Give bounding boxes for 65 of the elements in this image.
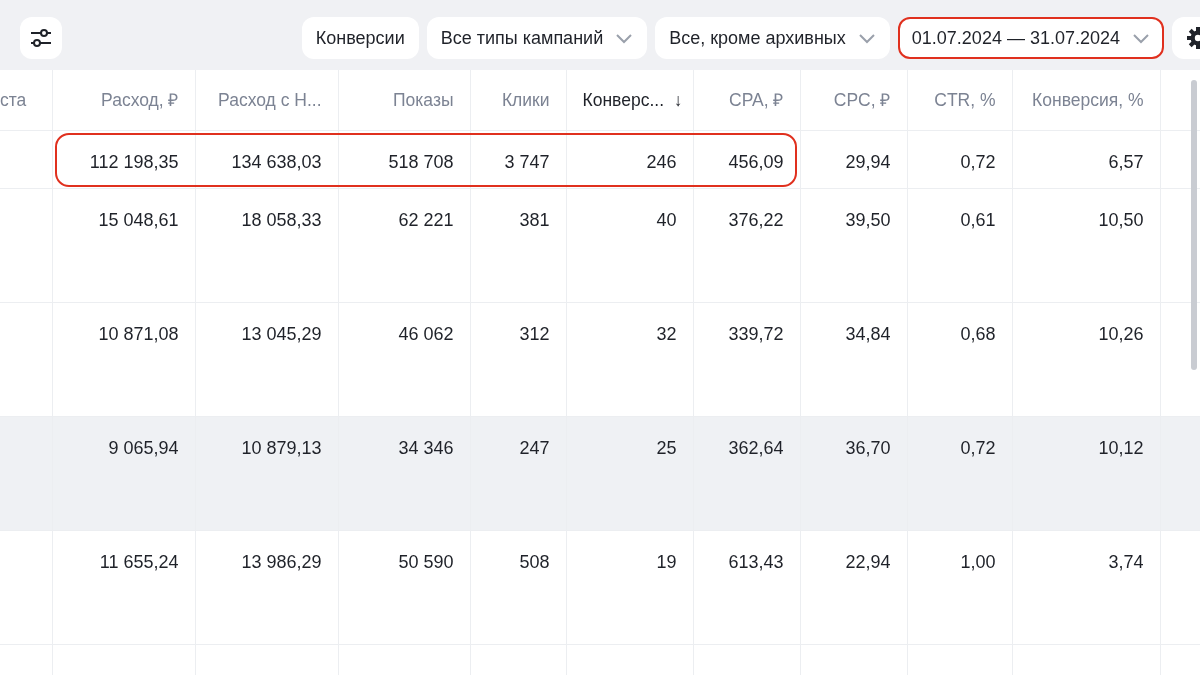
total-cell: 29,94: [800, 130, 907, 188]
table-cell: 381: [470, 188, 566, 302]
table-cell: 362,64: [693, 416, 800, 530]
total-cell: 134 638,03: [195, 130, 338, 188]
scrollbar[interactable]: [1191, 80, 1197, 370]
table-cell: 339,72: [693, 302, 800, 416]
column-header[interactable]: Клики: [470, 70, 566, 130]
column-header[interactable]: Конверс... ↓: [566, 70, 693, 130]
filter-button[interactable]: Конверсии: [301, 17, 419, 59]
total-cell: 0,72: [907, 130, 1012, 188]
table-cell: 10,12: [1012, 416, 1160, 530]
table-cell: 10 879,13: [195, 416, 338, 530]
table-cell: 9 065,94: [52, 416, 195, 530]
total-cell: 518 708: [338, 130, 470, 188]
column-header[interactable]: Расход, ₽: [52, 70, 195, 130]
table-cell: 0,68: [907, 302, 1012, 416]
total-cell: 3 747: [470, 130, 566, 188]
table-cell: 10 871,08: [52, 302, 195, 416]
total-cell: 246: [566, 130, 693, 188]
table-cell: 376,22: [693, 188, 800, 302]
table-cell: 36,70: [800, 416, 907, 530]
dropdown-button[interactable]: 01.07.2024 — 31.07.2024: [897, 17, 1164, 59]
table-cell: 34 346: [338, 416, 470, 530]
table-cell: 32: [566, 302, 693, 416]
table-cell: 10,26: [1012, 302, 1160, 416]
table-cell: 312: [470, 302, 566, 416]
table-cell: 1,00: [907, 530, 1012, 644]
table-cell: 34,84: [800, 302, 907, 416]
table-cell: 13 045,29: [195, 302, 338, 416]
table-cell: 46 062: [338, 302, 470, 416]
column-header[interactable]: CPC, ₽: [800, 70, 907, 130]
column-header[interactable]: Конверсия, %: [1012, 70, 1160, 130]
table-cell: 50 590: [338, 530, 470, 644]
sliders-icon: [29, 26, 53, 50]
column-header[interactable]: Показы: [338, 70, 470, 130]
filter-button[interactable]: [20, 17, 62, 59]
chevron-down-icon: [1132, 31, 1150, 45]
table-cell: 10,50: [1012, 188, 1160, 302]
table-cell: 0,72: [907, 416, 1012, 530]
table-cell: 15 048,61: [52, 188, 195, 302]
column-header[interactable]: ста: [0, 70, 52, 130]
table-cell: 247: [470, 416, 566, 530]
table-cell: 3,74: [1012, 530, 1160, 644]
chevron-down-icon: [857, 31, 876, 45]
table-cell: 62 221: [338, 188, 470, 302]
table-cell: 613,43: [693, 530, 800, 644]
dropdown-button[interactable]: Все, кроме архивных: [655, 17, 890, 59]
table-cell: 11 655,24: [52, 530, 195, 644]
column-header[interactable]: CPA, ₽: [693, 70, 800, 130]
table-cell: 25: [566, 416, 693, 530]
dropdown-button[interactable]: Все типы кампаний: [426, 17, 648, 59]
table-cell: 40: [566, 188, 693, 302]
column-header[interactable]: Расход с Н...: [195, 70, 338, 130]
total-cell: 6,57: [1012, 130, 1160, 188]
table-cell: 18 058,33: [195, 188, 338, 302]
total-cell: 456,09: [693, 130, 800, 188]
table-cell: 508: [470, 530, 566, 644]
table-cell: 13 986,29: [195, 530, 338, 644]
table-cell: 19: [566, 530, 693, 644]
chevron-down-icon: [615, 31, 634, 45]
table-cell: 0,61: [907, 188, 1012, 302]
table-cell: 39,50: [800, 188, 907, 302]
column-header[interactable]: CTR, %: [907, 70, 1012, 130]
table-cell: 22,94: [800, 530, 907, 644]
total-cell: 112 198,35: [52, 130, 195, 188]
